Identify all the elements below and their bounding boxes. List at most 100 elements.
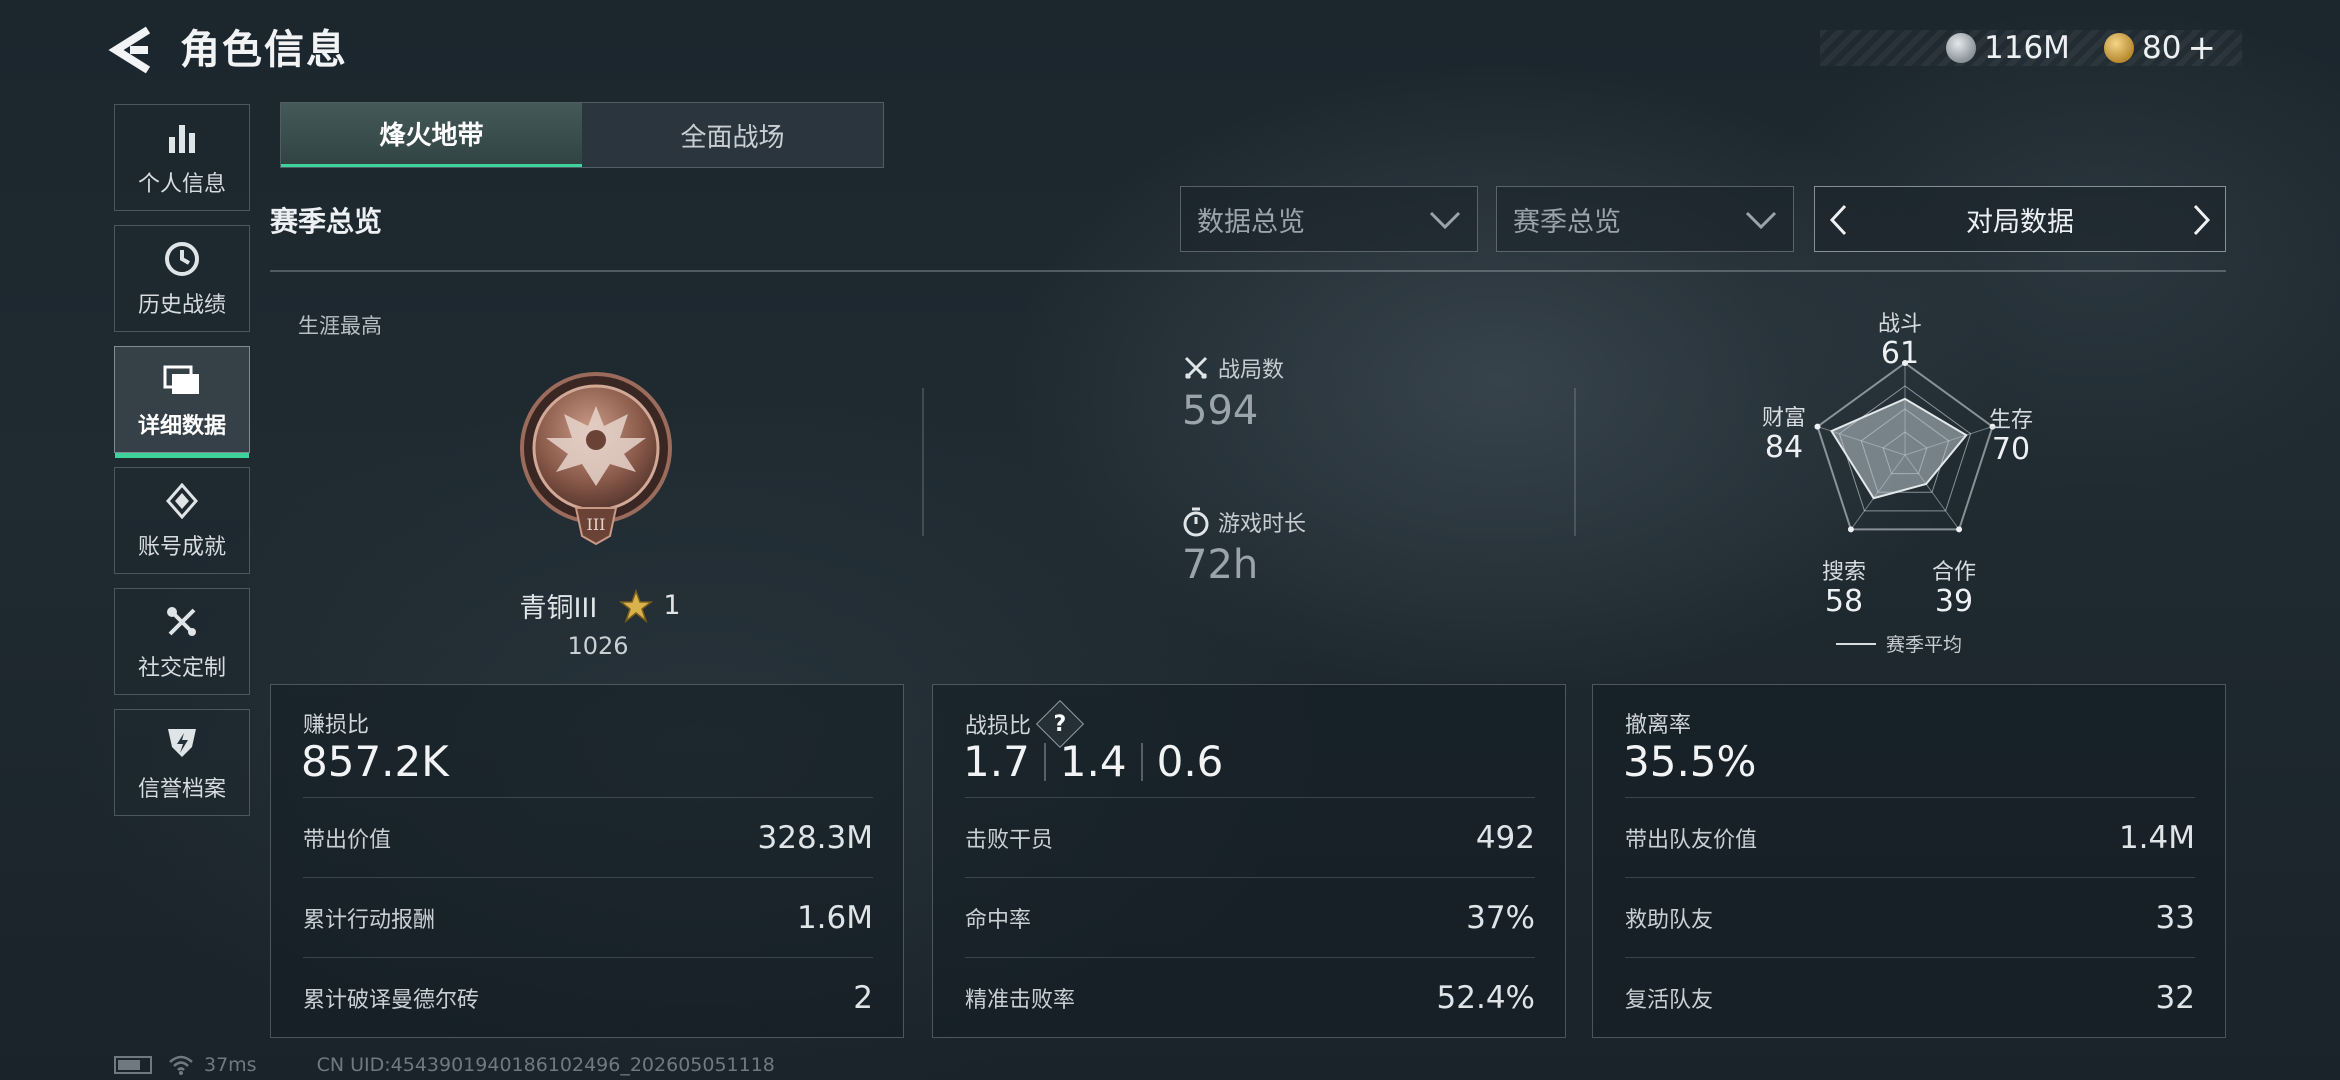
- silver-coin-icon: [1946, 33, 1976, 63]
- radar-value-survival: 70: [1991, 432, 2031, 467]
- chevron-right-icon[interactable]: [2189, 203, 2213, 237]
- wifi-icon: [169, 1055, 193, 1075]
- stat-value: 328.3M: [757, 819, 874, 856]
- currency-gold-value: 80: [2142, 30, 2182, 66]
- stat-category-value: 对局数据: [1966, 206, 2074, 238]
- rank-stars: 1: [663, 590, 681, 621]
- extraction-title: 撤离率: [1625, 713, 1692, 738]
- stat-row: 累计破译曼德尔砖 2: [303, 957, 873, 1037]
- radar-axis-tip: [1956, 526, 1963, 533]
- sidebar-item-label: 账号成就: [137, 534, 226, 560]
- sidebar-item-history[interactable]: 历史战绩: [114, 225, 250, 332]
- sidebar-item-label: 信誉档案: [137, 776, 226, 802]
- career-best-label: 生涯最高: [298, 314, 382, 338]
- player-uid: CN UID:4543901940186102496_202605051118: [316, 1054, 775, 1076]
- stat-label: 带出价值: [303, 827, 392, 853]
- kd-card: 战损比 ? 1.7 1.4 0.6 击败干员 492 命中率 37% 精准击败率…: [932, 684, 1566, 1038]
- kd-value: 1.4: [1059, 737, 1127, 786]
- data-type-dropdown[interactable]: 数据总览: [1180, 186, 1478, 252]
- stat-row: 累计行动报酬 1.6M: [303, 877, 873, 957]
- radar-value-search: 58: [1824, 584, 1864, 619]
- data-type-dropdown-value: 数据总览: [1197, 206, 1305, 238]
- kd-separator: [1043, 742, 1046, 781]
- stat-label: 击败干员: [965, 827, 1054, 853]
- folders-icon: [162, 360, 202, 400]
- season-dropdown[interactable]: 赛季总览: [1496, 186, 1794, 252]
- career-rank: 青铜III 1: [450, 586, 750, 625]
- status-footer: 37ms CN UID:4543901940186102496_20260505…: [114, 1054, 775, 1076]
- currency-silver-value: 116M: [1984, 30, 2070, 66]
- currency-silver[interactable]: 116M: [1946, 28, 2070, 68]
- stat-value: 2: [853, 979, 873, 1016]
- legend-line: [1836, 642, 1876, 645]
- bar-chart-icon: [162, 118, 202, 158]
- matches-label: 战局数: [1182, 352, 1284, 384]
- radar-value-combat: 61: [1880, 336, 1920, 371]
- stat-value: 492: [1475, 819, 1535, 856]
- sidebar-item-social[interactable]: 社交定制: [114, 588, 250, 695]
- tools-icon: [162, 602, 202, 642]
- crossed-swords-icon: [1184, 356, 1208, 380]
- sidebar-item-achievements[interactable]: 账号成就: [114, 467, 250, 574]
- legend-label: 赛季平均: [1886, 634, 1963, 656]
- clock-icon: [162, 239, 202, 279]
- radar-value-wealth: 84: [1764, 430, 1804, 465]
- chevron-left-icon[interactable]: [1827, 203, 1851, 237]
- kd-value: 0.6: [1156, 737, 1224, 786]
- profit-value: 857.2K: [301, 737, 449, 786]
- stat-label: 累计行动报酬: [303, 907, 436, 933]
- stat-row: 击败干员 492: [965, 797, 1535, 877]
- kd-value: 1.7: [963, 737, 1030, 786]
- reputation-icon: [162, 723, 202, 763]
- radar-label-coop: 合作: [1931, 560, 1976, 585]
- playtime-label-text: 游戏时长: [1218, 512, 1307, 537]
- stat-value: 52.4%: [1436, 979, 1535, 1016]
- currency-gold[interactable]: 80 +: [2104, 28, 2216, 68]
- stat-value: 1.4M: [2118, 819, 2195, 856]
- playtime-value: 72h: [1182, 542, 1259, 588]
- kd-values: 1.7 1.4 0.6: [963, 737, 1223, 786]
- extraction-card: 撤离率 35.5% 带出队友价值 1.4M 救助队友 33 复活队友 32: [1592, 684, 2226, 1038]
- radar-label-combat: 战斗: [1877, 312, 1922, 337]
- tab-battlefield[interactable]: 全面战场: [582, 103, 883, 167]
- currency-gold-add[interactable]: +: [2187, 28, 2216, 68]
- star-icon: [619, 588, 654, 623]
- sidebar-item-profile[interactable]: 个人信息: [114, 104, 250, 211]
- radar-label-wealth: 财富: [1761, 406, 1806, 431]
- stat-row: 复活队友 32: [1625, 957, 2195, 1037]
- ability-radar-chart: 战斗 61 生存 70 合作 39 搜索 58 财富 84: [1740, 300, 2070, 660]
- kd-separator: [1140, 742, 1143, 781]
- battery-icon: [114, 1056, 152, 1074]
- chevron-down-icon: [1429, 211, 1461, 230]
- tab-hazard-zone[interactable]: 烽火地带: [281, 103, 582, 167]
- page-title: 角色信息: [180, 27, 348, 73]
- radar-label-survival: 生存: [1988, 408, 2033, 433]
- rank-score: 1026: [567, 632, 629, 660]
- matches-value: 594: [1182, 388, 1259, 434]
- radar-value-coop: 39: [1934, 584, 1974, 619]
- stat-label: 复活队友: [1625, 987, 1714, 1013]
- sidebar-item-label: 详细数据: [137, 413, 226, 439]
- sidebar-item-reputation[interactable]: 信誉档案: [114, 709, 250, 816]
- stat-row: 带出队友价值 1.4M: [1625, 797, 2195, 877]
- radar-axis-tip: [1847, 526, 1854, 533]
- section-title: 赛季总览: [270, 205, 383, 238]
- back-button[interactable]: [108, 22, 158, 78]
- profit-card: 赚损比 857.2K 带出价值 328.3M 累计行动报酬 1.6M 累计破译曼…: [270, 684, 904, 1038]
- stat-row: 精准击败率 52.4%: [965, 957, 1535, 1037]
- stopwatch-icon: [1183, 507, 1209, 537]
- stat-value: 33: [2155, 899, 2195, 936]
- ping-value: 37ms: [204, 1054, 257, 1076]
- back-arrow-icon: [108, 26, 151, 74]
- rank-name: 青铜III: [519, 593, 598, 624]
- stat-value: 37%: [1466, 899, 1535, 936]
- stat-row: 带出价值 328.3M: [303, 797, 873, 877]
- extraction-value: 35.5%: [1623, 737, 1757, 786]
- sidebar-item-details[interactable]: 详细数据: [114, 346, 250, 458]
- bronze-rank-medal-icon: III: [516, 368, 676, 548]
- kd-title: 战损比 ?: [965, 699, 1085, 749]
- stat-category-selector[interactable]: 对局数据: [1814, 186, 2226, 252]
- stat-label: 命中率: [965, 907, 1032, 933]
- mode-tabs: 烽火地带 全面战场: [280, 102, 884, 168]
- radar-value-shape: [1830, 397, 1968, 500]
